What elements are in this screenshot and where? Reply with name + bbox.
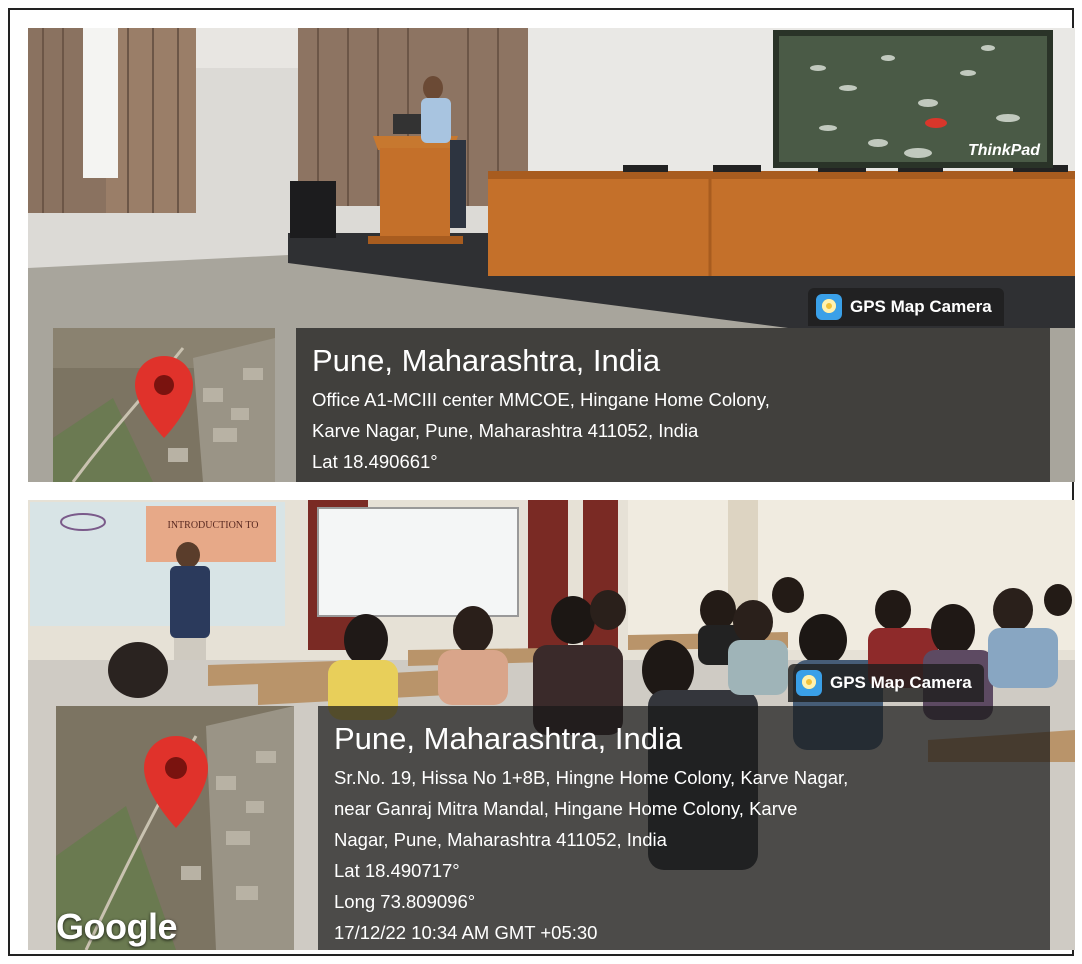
location-map-thumbnail xyxy=(53,328,275,482)
gps-map-camera-icon xyxy=(796,670,822,696)
gps-map-camera-badge: GPS Map Camera xyxy=(788,664,984,702)
gps-map-camera-icon xyxy=(816,294,842,320)
longitude: Long 73.809096° xyxy=(334,891,476,912)
location-city: Pune, Maharashtra, India xyxy=(312,343,661,378)
address-line-3: Nagar, Pune, Maharashtra 411052, India xyxy=(334,829,667,850)
address-line-1: Sr.No. 19, Hissa No 1+8B, Hingne Home Co… xyxy=(334,767,849,788)
timestamp: 17/12/22 10:34 AM GMT +05:30 xyxy=(334,922,598,943)
slide-title: INTRODUCTION TO xyxy=(167,520,258,531)
map-credit: Google xyxy=(56,906,178,947)
photo-seminar-hall: ThinkPad GPS Map Camera Pune, Maharashtr xyxy=(28,28,1075,482)
screen-brand: ThinkPad xyxy=(968,142,1041,159)
latitude: Lat 18.490717° xyxy=(334,860,460,881)
gps-badge-label: GPS Map Camera xyxy=(850,297,992,316)
location-map-thumbnail: Google xyxy=(56,706,294,950)
address-line-2: Karve Nagar, Pune, Maharashtra 411052, I… xyxy=(312,420,699,441)
location-info-panel: Pune, Maharashtra, India Office A1-MCIII… xyxy=(296,328,1050,482)
address-line-2: near Ganraj Mitra Mandal, Hingane Home C… xyxy=(334,798,798,819)
photo-classroom: INTRODUCTION TO GPS Map Camera Google Pu… xyxy=(28,500,1075,950)
gps-badge-label: GPS Map Camera xyxy=(830,673,972,692)
location-city: Pune, Maharashtra, India xyxy=(334,721,683,756)
address-line-1: Office A1-MCIII center MMCOE, Hingane Ho… xyxy=(312,389,770,410)
latitude: Lat 18.490661° xyxy=(312,451,438,472)
gps-map-camera-badge: GPS Map Camera xyxy=(808,288,1004,326)
location-info-panel: Pune, Maharashtra, India Sr.No. 19, Hiss… xyxy=(318,706,1050,950)
